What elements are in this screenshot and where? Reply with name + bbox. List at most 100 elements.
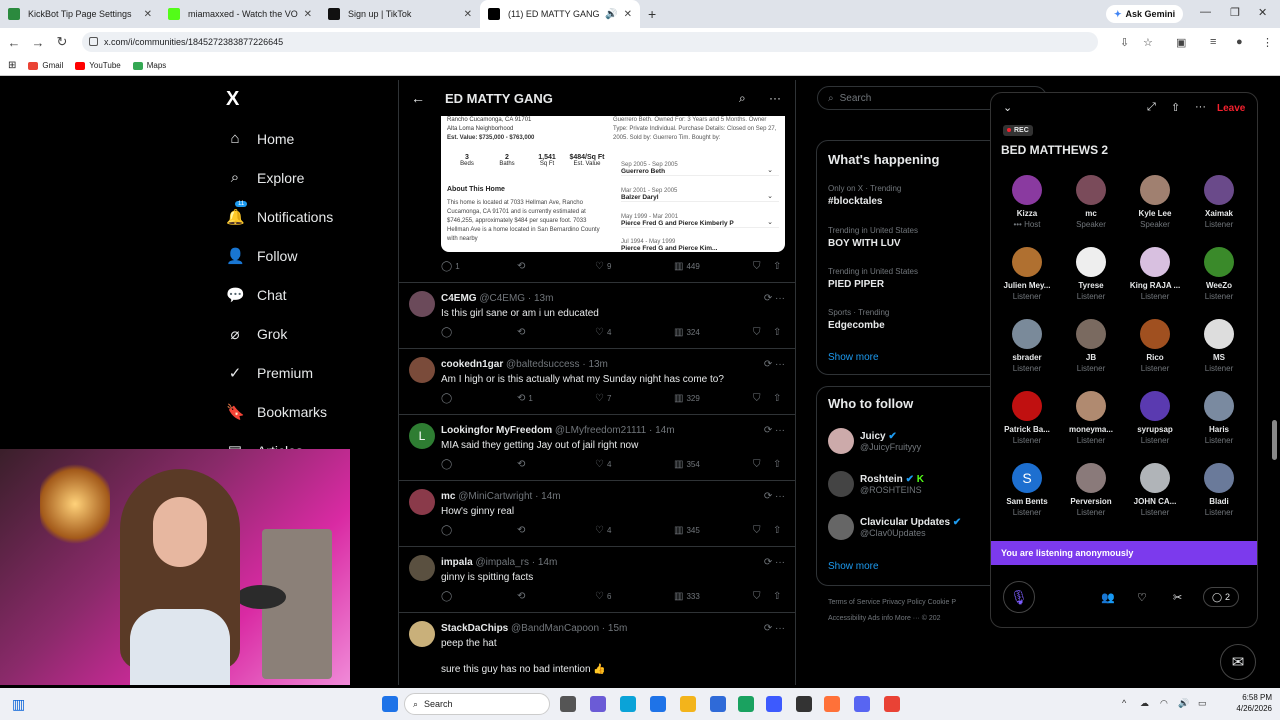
- author-name[interactable]: impala: [441, 557, 473, 568]
- widgets-icon[interactable]: ▥: [12, 696, 25, 713]
- app-icon[interactable]: [710, 696, 726, 712]
- windows-start-icon[interactable]: [382, 696, 398, 712]
- views-button[interactable]: ▥ 449: [674, 261, 700, 272]
- bookmark-button[interactable]: ⛉: [753, 459, 764, 470]
- share-button[interactable]: ⇧: [773, 591, 784, 602]
- trend-item[interactable]: Sports · Trending Edgecombe: [828, 308, 889, 331]
- app-icon[interactable]: [766, 696, 782, 712]
- share-icon[interactable]: ⇧: [1171, 101, 1180, 114]
- space-participant[interactable]: Kyle Lee Speaker: [1125, 175, 1185, 229]
- reply-button[interactable]: ◯: [441, 591, 455, 602]
- like-button[interactable]: ♡ 4: [595, 459, 611, 470]
- author-name[interactable]: Lookingfor MyFreedom: [441, 425, 552, 436]
- repost-button[interactable]: ⟲ 1: [517, 393, 533, 404]
- author-name[interactable]: C4EMG: [441, 293, 477, 304]
- space-participant[interactable]: WeeZo Listener: [1189, 247, 1249, 301]
- property-listing-image[interactable]: Rancho Cucamonga, CA 91701 Alta Loma Nei…: [441, 116, 785, 252]
- avatar[interactable]: [1140, 319, 1170, 349]
- like-button[interactable]: ♡ 9: [595, 261, 611, 272]
- close-tab-icon[interactable]: ✕: [464, 9, 472, 20]
- space-participant[interactable]: Haris Listener: [1189, 391, 1249, 445]
- space-participant[interactable]: syrupsap Listener: [1125, 391, 1185, 445]
- reply-button[interactable]: ◯: [441, 327, 455, 338]
- nav-grok[interactable]: ⌀ Grok: [226, 325, 287, 343]
- space-participant[interactable]: Kizza ••• Host: [997, 175, 1057, 229]
- wifi-icon[interactable]: ◠: [1160, 698, 1168, 709]
- bookmark-youtube[interactable]: YouTube: [75, 61, 121, 70]
- space-participant[interactable]: JB Listener: [1061, 319, 1121, 373]
- views-button[interactable]: ▥ 329: [674, 393, 700, 404]
- avatar[interactable]: [1076, 391, 1106, 421]
- kebab-menu-icon[interactable]: ⋮: [1262, 36, 1273, 49]
- people-icon[interactable]: 👥: [1101, 591, 1115, 604]
- close-tab-icon[interactable]: ✕: [624, 9, 632, 20]
- close-window-icon[interactable]: ✕: [1258, 6, 1267, 19]
- views-button[interactable]: ▥ 345: [674, 525, 700, 536]
- avatar[interactable]: [409, 555, 435, 581]
- like-button[interactable]: ♡ 4: [595, 525, 611, 536]
- browser-tab[interactable]: Sign up | TikTok ✕: [320, 0, 480, 28]
- avatar[interactable]: [1076, 247, 1106, 277]
- microphone-icon[interactable]: 🎙: [1003, 581, 1035, 613]
- star-icon[interactable]: ☆: [1143, 36, 1153, 49]
- page-scrollbar[interactable]: [1272, 420, 1277, 460]
- repost-button[interactable]: ⟲: [517, 525, 528, 536]
- avatar[interactable]: [828, 428, 854, 454]
- bookmark-button[interactable]: ⛉: [753, 261, 764, 272]
- follow-suggestion[interactable]: Clavicular Updates ✔ @Clav0Updates: [828, 514, 961, 540]
- x-logo[interactable]: X: [226, 88, 239, 111]
- trend-item[interactable]: Only on X · Trending #blocktales: [828, 184, 901, 207]
- repost-button[interactable]: ⟲: [517, 459, 528, 470]
- author-name[interactable]: StackDaChips: [441, 623, 508, 634]
- nav-premium[interactable]: ✓ Premium: [226, 364, 313, 382]
- like-button[interactable]: ♡ 7: [595, 393, 611, 404]
- avatar[interactable]: [1140, 463, 1170, 493]
- space-participant[interactable]: moneyma... Listener: [1061, 391, 1121, 445]
- browser-tab-active[interactable]: (11) ED MATTY GANG Com 🔊 ✕: [480, 0, 640, 28]
- chevron-down-icon[interactable]: ⌄: [1003, 101, 1012, 114]
- app-icon[interactable]: [796, 696, 812, 712]
- space-participant[interactable]: Bladi Listener: [1189, 463, 1249, 517]
- store-icon[interactable]: [650, 696, 666, 712]
- views-button[interactable]: ▥ 324: [674, 327, 700, 338]
- post-more-icon[interactable]: ⟳ ···: [764, 293, 785, 304]
- trend-item[interactable]: Trending in United States BOY WITH LUV: [828, 226, 918, 249]
- space-participant[interactable]: Patrick Ba... Listener: [997, 391, 1057, 445]
- share-button[interactable]: ⇧: [773, 459, 784, 470]
- avatar[interactable]: [1140, 391, 1170, 421]
- nav-chat[interactable]: 💬 Chat: [226, 286, 287, 304]
- apps-grid-icon[interactable]: ⊞: [8, 60, 16, 71]
- reply-button[interactable]: ◯: [441, 459, 455, 470]
- reply-button[interactable]: ◯ 1: [441, 261, 460, 272]
- author-name[interactable]: mc: [441, 491, 455, 502]
- forward-icon[interactable]: →: [26, 35, 50, 50]
- discord-icon[interactable]: [854, 696, 870, 712]
- space-participant[interactable]: Rico Listener: [1125, 319, 1185, 373]
- share-button[interactable]: ⇧: [773, 393, 784, 404]
- nav-home[interactable]: ⌂ Home: [226, 130, 294, 147]
- nav-bookmarks[interactable]: 🔖 Bookmarks: [226, 403, 327, 421]
- more-icon[interactable]: ···: [769, 91, 781, 105]
- avatar[interactable]: S: [1012, 463, 1042, 493]
- show-more-link[interactable]: Show more: [828, 561, 879, 572]
- install-icon[interactable]: ⇩: [1120, 36, 1129, 49]
- back-arrow-icon[interactable]: ←: [411, 90, 425, 106]
- avatar[interactable]: [409, 489, 435, 515]
- post-more-icon[interactable]: ⟳ ···: [764, 623, 785, 634]
- follow-suggestion[interactable]: Juicy ✔ @JuicyFruityyy: [828, 428, 921, 454]
- site-info-icon[interactable]: [89, 37, 98, 46]
- avatar[interactable]: [409, 357, 435, 383]
- back-icon[interactable]: ←: [2, 35, 26, 50]
- more-icon[interactable]: ···: [1195, 101, 1206, 113]
- space-participant[interactable]: S Sam Bents Listener: [997, 463, 1057, 517]
- avatar[interactable]: [1204, 175, 1234, 205]
- system-clock[interactable]: 6:58 PM 4/26/2026: [1218, 692, 1272, 714]
- chevron-up-icon[interactable]: ^: [1122, 698, 1126, 708]
- post-more-icon[interactable]: ⟳ ···: [764, 359, 785, 370]
- nav-notifications[interactable]: 🔔 11 Notifications: [226, 201, 333, 226]
- tab-search-icon[interactable]: ▣: [1176, 36, 1186, 49]
- chrome-icon[interactable]: [884, 696, 900, 712]
- avatar[interactable]: [1204, 463, 1234, 493]
- avatar[interactable]: [1204, 247, 1234, 277]
- volume-icon[interactable]: 🔊: [1178, 698, 1189, 709]
